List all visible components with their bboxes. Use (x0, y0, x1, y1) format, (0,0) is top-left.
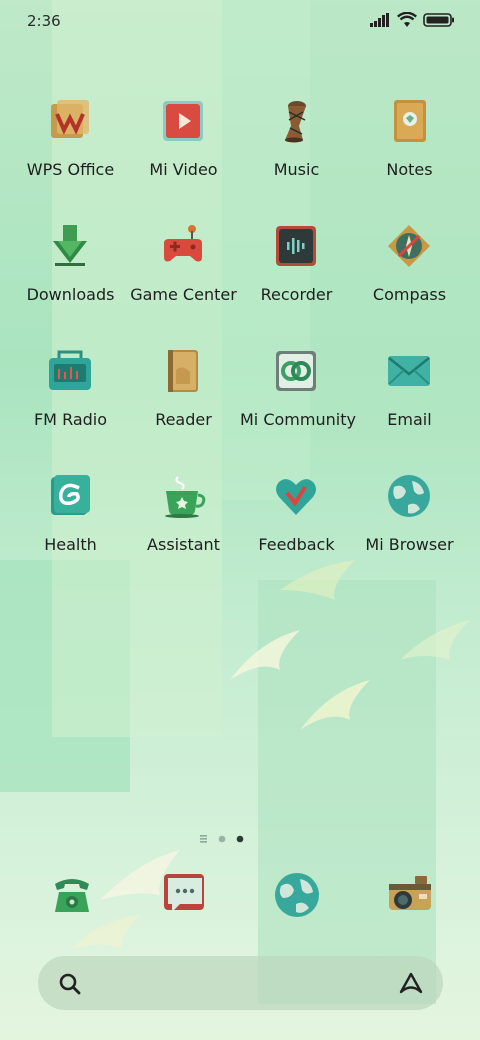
browser-icon (275, 873, 319, 917)
reader-icon (168, 350, 198, 392)
app-email[interactable]: Email (353, 348, 466, 468)
app-label: Email (387, 410, 432, 429)
app-reader[interactable]: Reader (127, 348, 240, 468)
dock-camera[interactable] (385, 870, 435, 920)
search-icon (59, 973, 81, 995)
app-label: Compass (372, 285, 447, 304)
app-label: WPS Office (26, 160, 115, 179)
home-screen: 2:36 WPS Office Mi Video Music Notes Dow… (0, 0, 480, 1040)
compass-icon (388, 225, 430, 267)
app-feedback[interactable]: Feedback (240, 473, 353, 593)
app-compass[interactable]: Compass (353, 223, 466, 343)
dock-phone[interactable] (47, 870, 97, 920)
app-music[interactable]: Music (240, 98, 353, 218)
wifi-icon (397, 12, 417, 27)
wps-office-icon (51, 100, 89, 138)
app-notes[interactable]: Notes (353, 98, 466, 218)
downloads-icon (53, 225, 87, 266)
app-label: Game Center (130, 285, 237, 304)
page-indicator-dots (200, 835, 244, 843)
app-game-center[interactable]: Game Center (127, 223, 240, 343)
app-label: Mi Community (240, 410, 356, 429)
dock-messages[interactable] (160, 870, 210, 920)
phone-icon (55, 879, 89, 912)
app-fm-radio[interactable]: FM Radio (14, 348, 127, 468)
app-health[interactable]: Health (14, 473, 127, 593)
fm-radio-icon (49, 350, 91, 390)
app-mi-video[interactable]: Mi Video (127, 98, 240, 218)
app-assistant[interactable]: Assistant (127, 473, 240, 593)
app-label: Music (273, 160, 320, 179)
feedback-heart-icon (276, 479, 316, 515)
search-bar[interactable] (38, 956, 443, 1010)
app-mi-browser[interactable]: Mi Browser (353, 473, 466, 593)
page-indicator[interactable] (200, 830, 250, 843)
app-label: FM Radio (33, 410, 108, 429)
app-label: Assistant (147, 535, 220, 554)
clock-time: 2:36 (27, 12, 61, 30)
camera-icon (389, 876, 431, 910)
app-downloads[interactable]: Downloads (14, 223, 127, 343)
app-label: Mi Video (149, 160, 218, 179)
status-bar: 2:36 (0, 0, 480, 40)
signal-icon (370, 13, 389, 27)
app-label: Notes (386, 160, 433, 179)
health-icon (51, 475, 90, 515)
notes-icon (394, 100, 426, 142)
mi-community-icon (276, 351, 316, 391)
assistant-app-vault-icon[interactable] (397, 971, 425, 995)
app-label: Reader (155, 410, 212, 429)
game-center-icon (164, 225, 202, 262)
app-label: Mi Browser (365, 535, 454, 554)
email-icon (388, 356, 430, 386)
recorder-icon (276, 226, 316, 266)
app-label: Downloads (26, 285, 115, 304)
app-mi-community[interactable]: Mi Community (240, 348, 356, 468)
dock-browser[interactable] (272, 870, 322, 920)
app-recorder[interactable]: Recorder (240, 223, 353, 343)
app-label: Health (44, 535, 97, 554)
mi-browser-icon (388, 475, 430, 517)
mi-video-icon (163, 101, 203, 141)
app-label: Feedback (258, 535, 335, 554)
music-drum-icon (285, 101, 306, 143)
battery-icon (423, 13, 454, 27)
app-wps-office[interactable]: WPS Office (14, 98, 127, 218)
messages-icon (164, 874, 204, 912)
assistant-cup-icon (165, 476, 206, 518)
app-label: Recorder (260, 285, 333, 304)
